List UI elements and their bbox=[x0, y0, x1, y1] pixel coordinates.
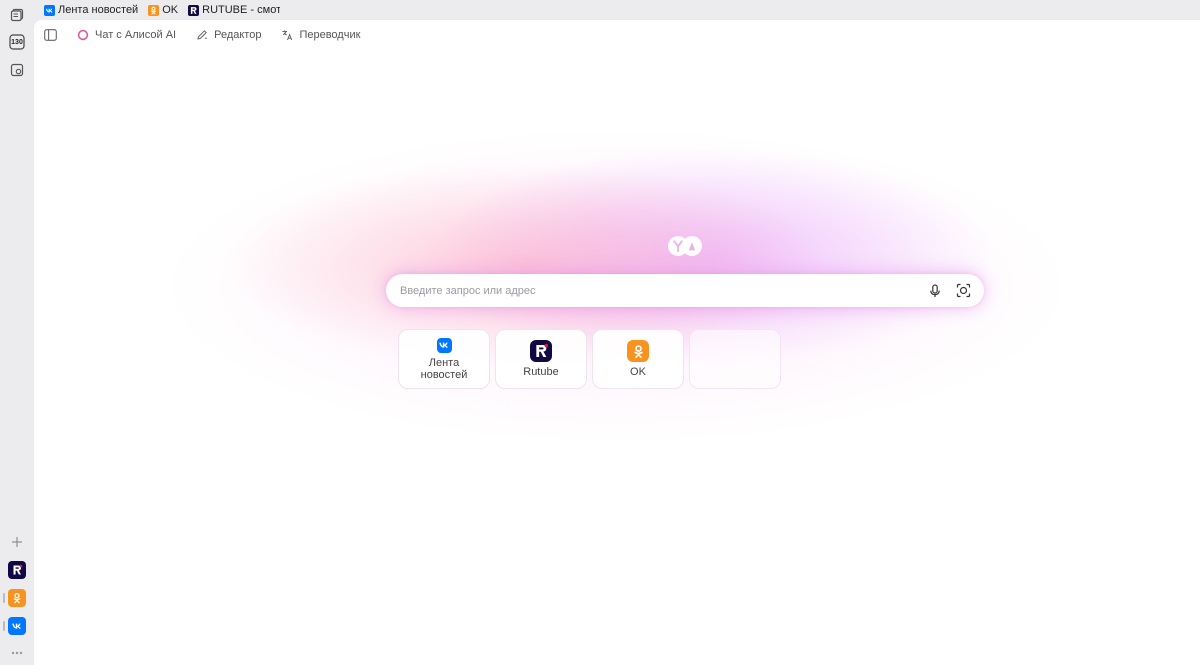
tab-counter: 130 bbox=[11, 38, 23, 46]
bookmark-vk-feed[interactable]: Лента новостей bbox=[44, 4, 138, 16]
top-toolbar: Чат с Алисой AI Редактор Переводчик bbox=[44, 29, 360, 41]
new-tab-page: Чат с Алисой AI Редактор Переводчик Введ… bbox=[34, 20, 1200, 665]
bookmark-label: OK bbox=[162, 4, 179, 16]
ok-icon bbox=[627, 340, 649, 362]
tabs-panel-icon[interactable] bbox=[8, 6, 26, 24]
sidebar: 130 bbox=[0, 0, 34, 665]
tile-label: OK bbox=[630, 366, 646, 378]
tile-label: Rutube bbox=[523, 366, 559, 378]
sidebar-toggle-icon bbox=[44, 29, 57, 41]
tile-vk-feed[interactable]: Лента новостей bbox=[398, 329, 490, 389]
sidebar-app-vk[interactable] bbox=[8, 617, 26, 635]
sidebar-app-rutube[interactable] bbox=[8, 561, 26, 579]
vk-icon bbox=[436, 337, 452, 353]
screenshot-icon[interactable] bbox=[8, 61, 26, 79]
rutube-icon bbox=[188, 4, 200, 16]
sidebar-app-ok[interactable] bbox=[8, 589, 26, 607]
tile-empty[interactable] bbox=[689, 329, 781, 389]
bookmarks-bar: Лента новостей OK RUTUBE - смотре bbox=[34, 0, 1200, 20]
bookmark-rutube[interactable]: RUTUBE - смотре bbox=[188, 4, 280, 16]
search-box bbox=[386, 274, 984, 307]
microphone-icon bbox=[930, 283, 940, 297]
editor-label: Редактор bbox=[214, 29, 262, 41]
add-app-icon[interactable] bbox=[8, 533, 26, 551]
rutube-icon bbox=[530, 340, 552, 362]
rutube-icon bbox=[13, 564, 23, 575]
alice-chat-button[interactable]: Чат с Алисой AI bbox=[77, 29, 176, 41]
ok-icon bbox=[148, 4, 160, 16]
bookmark-label: Лента новостей bbox=[58, 4, 139, 16]
vk-icon bbox=[12, 623, 21, 629]
bookmark-ok[interactable]: OK bbox=[148, 4, 178, 16]
background-glow bbox=[37, 55, 1197, 475]
translator-label: Переводчик bbox=[299, 29, 361, 41]
tab-counter-button[interactable]: 130 bbox=[8, 33, 26, 51]
yandex-logo-icon bbox=[667, 235, 703, 257]
more-icon[interactable] bbox=[8, 644, 26, 662]
vk-icon bbox=[44, 4, 55, 16]
editor-button[interactable]: Редактор bbox=[196, 29, 261, 41]
tile-rutube[interactable]: Rutube bbox=[495, 329, 587, 389]
camera-search-icon bbox=[956, 283, 970, 298]
bookmark-label: RUTUBE - смотре bbox=[202, 4, 281, 16]
alice-icon bbox=[77, 29, 89, 41]
search-input[interactable] bbox=[386, 274, 922, 307]
ok-icon bbox=[13, 592, 21, 604]
quick-links: Лента новостей Rutube OK bbox=[398, 329, 781, 389]
tile-label: Лента новостей bbox=[420, 356, 468, 381]
pen-icon bbox=[197, 30, 208, 40]
tile-ok[interactable]: OK bbox=[592, 329, 684, 389]
translator-button[interactable]: Переводчик bbox=[281, 29, 360, 41]
translate-icon bbox=[282, 30, 293, 41]
alice-chat-label: Чат с Алисой AI bbox=[95, 29, 177, 41]
voice-search-button[interactable] bbox=[922, 278, 948, 304]
image-search-button[interactable] bbox=[950, 278, 976, 304]
sidebar-toggle-button[interactable] bbox=[44, 29, 57, 41]
